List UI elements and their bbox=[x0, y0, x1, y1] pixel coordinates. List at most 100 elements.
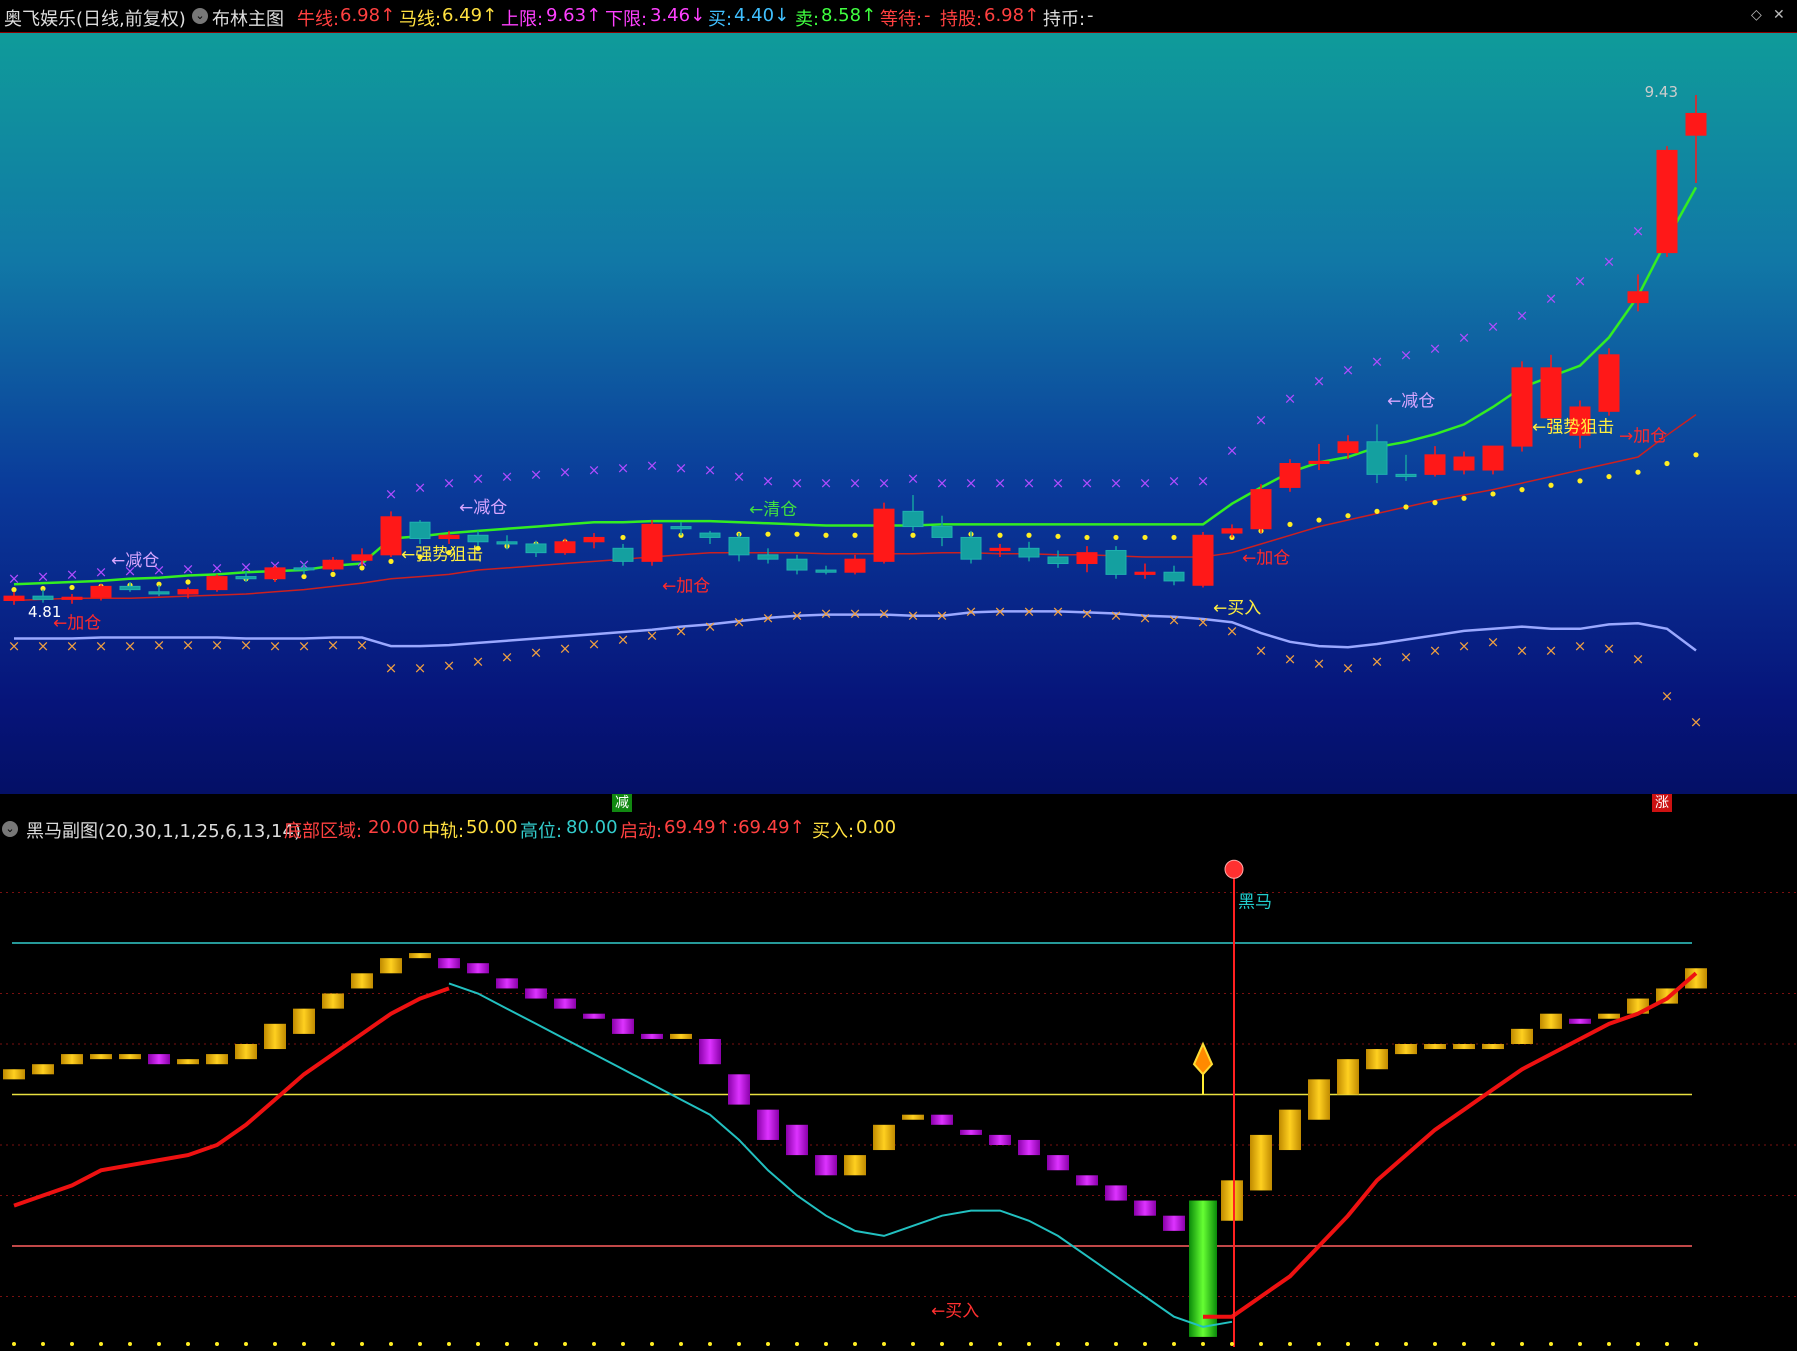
candle-body bbox=[960, 536, 982, 560]
close-icon[interactable]: ✕ bbox=[1773, 8, 1787, 22]
upper-x-marker: × bbox=[1313, 372, 1326, 390]
candle-body bbox=[873, 508, 895, 562]
lower-x-marker: × bbox=[182, 636, 195, 654]
indicator-bar bbox=[1366, 1049, 1388, 1070]
candle-body bbox=[1279, 463, 1301, 488]
upper-x-marker: × bbox=[1226, 441, 1239, 459]
niu-value: 6.98↑ bbox=[340, 5, 396, 26]
bottom-dot bbox=[998, 1342, 1002, 1346]
buy-dot bbox=[1635, 469, 1641, 475]
indicator-bar bbox=[1134, 1200, 1156, 1216]
signal-label: ←强势狙击 bbox=[401, 545, 483, 565]
high-value: 80.00 bbox=[566, 817, 618, 838]
bottom-dot bbox=[186, 1342, 190, 1346]
indicator-bar bbox=[641, 1033, 663, 1039]
upper-x-marker: × bbox=[1487, 318, 1500, 336]
candle-body bbox=[235, 576, 257, 580]
sub-dropdown-icon[interactable]: ⌄ bbox=[2, 818, 18, 839]
lower-x-marker: × bbox=[66, 637, 79, 655]
upper-x-marker: × bbox=[37, 568, 50, 586]
buy-dot bbox=[910, 532, 916, 538]
indicator-bar bbox=[670, 1033, 692, 1039]
upper-x-marker: × bbox=[1545, 289, 1558, 307]
buy-dot bbox=[1548, 482, 1554, 488]
lower-x-marker: × bbox=[1023, 602, 1036, 620]
indicator-bar bbox=[1453, 1044, 1475, 1050]
bottom-dot bbox=[1143, 1342, 1147, 1346]
lower-x-marker: × bbox=[356, 636, 369, 654]
indicator-bar bbox=[554, 998, 576, 1009]
indicator-bar bbox=[235, 1044, 257, 1060]
candle-body bbox=[90, 585, 112, 598]
sub-chart: 黑马 ←买入 bbox=[0, 859, 1797, 1347]
indicator-bar bbox=[206, 1054, 228, 1065]
indicator-bar bbox=[496, 978, 518, 989]
buy-label: 买: bbox=[708, 9, 733, 30]
indicator-bar bbox=[177, 1059, 199, 1065]
indicator-bar bbox=[1018, 1139, 1040, 1156]
bottom-dot bbox=[563, 1342, 567, 1346]
candle-body bbox=[1366, 441, 1388, 475]
lower-x-marker: × bbox=[240, 636, 253, 654]
candle-body bbox=[1105, 549, 1127, 575]
candle-body bbox=[1047, 556, 1069, 565]
indicator-bar bbox=[1540, 1013, 1562, 1029]
upper-x-marker: × bbox=[472, 470, 485, 488]
candle-body bbox=[264, 567, 286, 580]
wait-value: - bbox=[924, 5, 931, 26]
lower-x-marker: × bbox=[95, 637, 108, 655]
upper-x-marker: × bbox=[1081, 474, 1094, 492]
lower-x-marker: × bbox=[1284, 650, 1297, 668]
lower-x-marker: × bbox=[1574, 637, 1587, 655]
upper-x-marker: × bbox=[559, 463, 572, 481]
bottom-dot bbox=[70, 1342, 74, 1346]
bottom-dot bbox=[389, 1342, 393, 1346]
candle-body bbox=[1627, 291, 1649, 304]
indicator-bar bbox=[1221, 1180, 1243, 1221]
indicator-bar bbox=[264, 1023, 286, 1050]
upper-x-marker: × bbox=[675, 459, 688, 477]
zhang-marker: 涨 bbox=[1652, 794, 1672, 812]
bottom-dot bbox=[1636, 1342, 1640, 1346]
sub-title[interactable]: 黑马副图(20,30,1,1,25,6,13,14) bbox=[26, 817, 301, 843]
indicator-bar bbox=[786, 1124, 808, 1156]
lower-x-marker: × bbox=[530, 644, 543, 662]
indicator-bar bbox=[989, 1134, 1011, 1145]
collapse-icon[interactable]: ◇ bbox=[1751, 8, 1765, 22]
niu-label: 牛线: bbox=[297, 9, 340, 30]
signal-label: →加仓 bbox=[1619, 427, 1667, 447]
sub-chart-panel[interactable]: 黑马 ←买入 bbox=[0, 842, 1797, 1347]
candle-body bbox=[1540, 367, 1562, 419]
lower-x-marker: × bbox=[646, 626, 659, 644]
candle-body bbox=[1221, 528, 1243, 534]
main-chart-panel[interactable]: × × × × × × × × × × × × × × × × × × × × × × × × × × × × × × × × × × × × × × × ×… bbox=[0, 33, 1797, 794]
upper-x-marker: × bbox=[646, 457, 659, 475]
upper-x-marker: × bbox=[588, 461, 601, 479]
indicator-bar bbox=[1482, 1044, 1504, 1050]
candle-body bbox=[525, 543, 547, 554]
upper-x-marker: × bbox=[1429, 339, 1442, 357]
upper-x-marker: × bbox=[1516, 307, 1529, 325]
bottom-dot bbox=[505, 1342, 509, 1346]
cash-value: - bbox=[1087, 5, 1094, 26]
indicator-dropdown-icon[interactable]: ⌄ bbox=[192, 5, 208, 26]
bottom-dot bbox=[534, 1342, 538, 1346]
start-value: 69.49↑ bbox=[664, 817, 731, 838]
lower-x-marker: × bbox=[820, 605, 833, 623]
lower-x-marker: × bbox=[1429, 641, 1442, 659]
lower-x-marker: × bbox=[1255, 641, 1268, 659]
buy-dot bbox=[1577, 478, 1583, 484]
bottom-dot bbox=[157, 1342, 161, 1346]
indicator-bar bbox=[293, 1008, 315, 1034]
candle-body bbox=[1163, 571, 1185, 582]
buy-dot bbox=[1461, 495, 1467, 501]
candle-body bbox=[844, 558, 866, 573]
buy-dot bbox=[388, 558, 394, 564]
buy-dot bbox=[1490, 491, 1496, 497]
candle-body bbox=[1308, 460, 1330, 465]
buy-dot bbox=[69, 584, 75, 591]
upper-x-marker: × bbox=[849, 474, 862, 492]
signal-label: ←减仓 bbox=[1387, 391, 1435, 411]
sub-buy-label: 买入: bbox=[812, 821, 855, 842]
indicator-title[interactable]: 布林主图 bbox=[212, 5, 284, 31]
